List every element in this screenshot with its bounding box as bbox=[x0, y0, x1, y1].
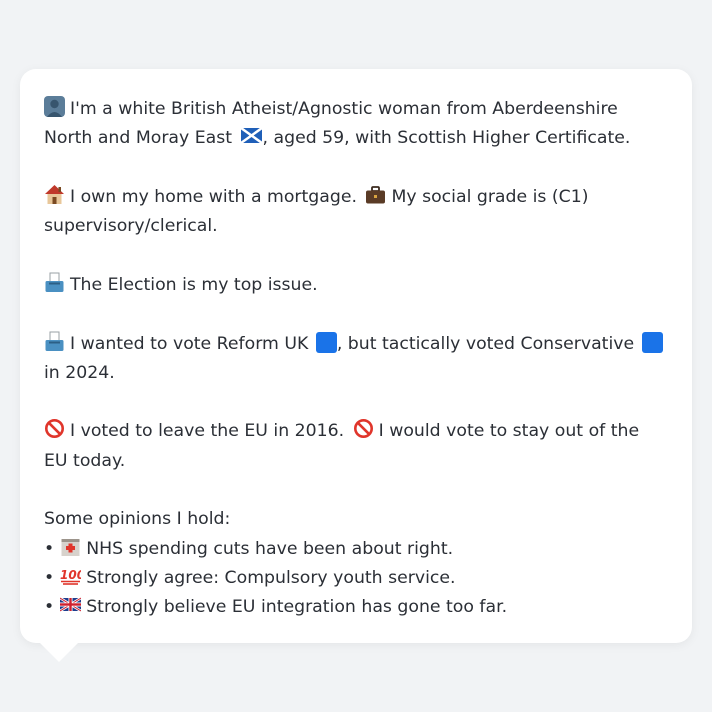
uk-flag-icon bbox=[60, 594, 82, 615]
issue-paragraph: The Election is my top issue. bbox=[44, 271, 668, 300]
issue-text: The Election is my top issue. bbox=[70, 274, 318, 295]
svg-text:100: 100 bbox=[60, 568, 81, 582]
intro-paragraph: I'm a white British Atheist/Agnostic wom… bbox=[44, 95, 668, 153]
intro-text-2: , aged 59, with Scottish Higher Certific… bbox=[262, 128, 631, 149]
bullet: • bbox=[44, 567, 55, 588]
vote-text-1: I wanted to vote Reform UK bbox=[70, 333, 309, 354]
eu-paragraph: I voted to leave the EU in 2016. I would… bbox=[44, 417, 668, 475]
eu-text-1: I voted to leave the EU in 2016. bbox=[70, 421, 345, 442]
ballot-box-icon bbox=[44, 331, 65, 352]
speech-bubble-tail bbox=[39, 642, 79, 662]
ballot-box-icon bbox=[44, 272, 65, 293]
person-icon bbox=[44, 96, 65, 117]
conservative-square-icon bbox=[641, 331, 663, 353]
hundred-points-icon: 100 bbox=[60, 565, 81, 586]
opinion-text: Strongly agree: Compulsory youth service… bbox=[86, 567, 456, 588]
reform-square-icon bbox=[315, 331, 337, 353]
bullet: • bbox=[44, 538, 55, 559]
profile-card: I'm a white British Atheist/Agnostic wom… bbox=[20, 69, 692, 643]
opinions-heading: Some opinions I hold: bbox=[44, 509, 231, 530]
prohibited-icon bbox=[44, 418, 65, 439]
opinion-item: • NHS spending cuts have been about righ… bbox=[44, 535, 668, 564]
opinion-text: Strongly believe EU integration has gone… bbox=[86, 596, 508, 617]
vote-text-3: in 2024. bbox=[44, 362, 115, 383]
house-icon bbox=[44, 184, 65, 205]
scotland-flag-icon bbox=[240, 125, 262, 146]
home-text: I own my home with a mortgage. bbox=[70, 186, 357, 207]
hospital-icon bbox=[60, 536, 81, 557]
opinion-item: • Strongly believe EU integration has go… bbox=[44, 593, 668, 622]
vote-paragraph: I wanted to vote Reform UK , but tactica… bbox=[44, 330, 668, 388]
opinion-item: • 100 Strongly agree: Compulsory youth s… bbox=[44, 564, 668, 593]
opinions-section: Some opinions I hold: • NHS spending cut… bbox=[44, 505, 668, 622]
bullet: • bbox=[44, 596, 55, 617]
housing-paragraph: I own my home with a mortgage. My social… bbox=[44, 183, 668, 241]
vote-text-2: , but tactically voted Conservative bbox=[336, 333, 635, 354]
opinion-text: NHS spending cuts have been about right. bbox=[86, 538, 454, 559]
briefcase-icon bbox=[365, 184, 386, 205]
prohibited-icon bbox=[353, 418, 374, 439]
